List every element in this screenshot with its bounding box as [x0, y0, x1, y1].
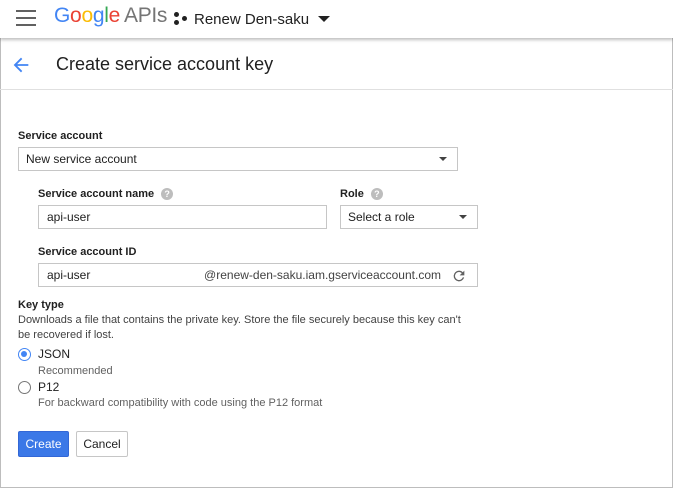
project-icon [174, 12, 188, 26]
service-account-id-value: api-user [47, 268, 91, 282]
p12-radio[interactable] [18, 381, 31, 394]
back-arrow-icon[interactable] [10, 54, 32, 76]
role-value: Select a role [348, 210, 415, 224]
p12-label[interactable]: P12 [38, 380, 59, 394]
service-account-id-input[interactable]: api-user @renew-den-saku.iam.gserviceacc… [38, 263, 478, 287]
json-radio[interactable] [18, 348, 31, 361]
key-type-label: Key type [18, 299, 64, 311]
project-name: Renew Den-saku [194, 10, 310, 28]
service-account-name-label: Service account name? [38, 188, 174, 201]
project-selector[interactable]: Renew Den-saku [174, 8, 331, 30]
dropdown-arrow-icon [459, 215, 467, 219]
service-account-label: Service account [18, 130, 103, 142]
service-account-id-label: Service account ID [38, 246, 137, 258]
service-account-select[interactable]: New service account [18, 147, 458, 171]
key-type-description-2: be recovered if lost. [18, 329, 114, 341]
key-type-description-1: Downloads a file that contains the priva… [18, 314, 461, 326]
json-label[interactable]: JSON [38, 347, 70, 361]
p12-sublabel: For backward compatibility with code usi… [38, 397, 323, 409]
page-title: Create service account key [56, 54, 274, 74]
service-account-value: New service account [26, 152, 137, 166]
role-label: Role? [340, 188, 383, 201]
help-icon[interactable]: ? [370, 188, 383, 201]
chevron-down-icon [318, 16, 331, 22]
json-sublabel: Recommended [38, 365, 113, 377]
help-icon[interactable]: ? [161, 188, 174, 201]
service-account-name-input[interactable]: api-user [38, 205, 327, 229]
dropdown-arrow-icon [439, 157, 447, 161]
page-header: Create service account key [0, 40, 673, 90]
google-apis-logo[interactable]: Google APIs [54, 4, 167, 28]
refresh-icon[interactable] [451, 268, 467, 284]
service-account-name-value: api-user [47, 210, 91, 224]
service-account-id-suffix: @renew-den-saku.iam.gserviceaccount.com [204, 268, 441, 282]
menu-icon[interactable] [16, 10, 36, 26]
top-bar: Google APIs Renew Den-saku [0, 0, 673, 38]
role-select[interactable]: Select a role [340, 205, 478, 229]
cancel-button[interactable]: Cancel [76, 431, 128, 457]
create-button[interactable]: Create [18, 431, 69, 457]
